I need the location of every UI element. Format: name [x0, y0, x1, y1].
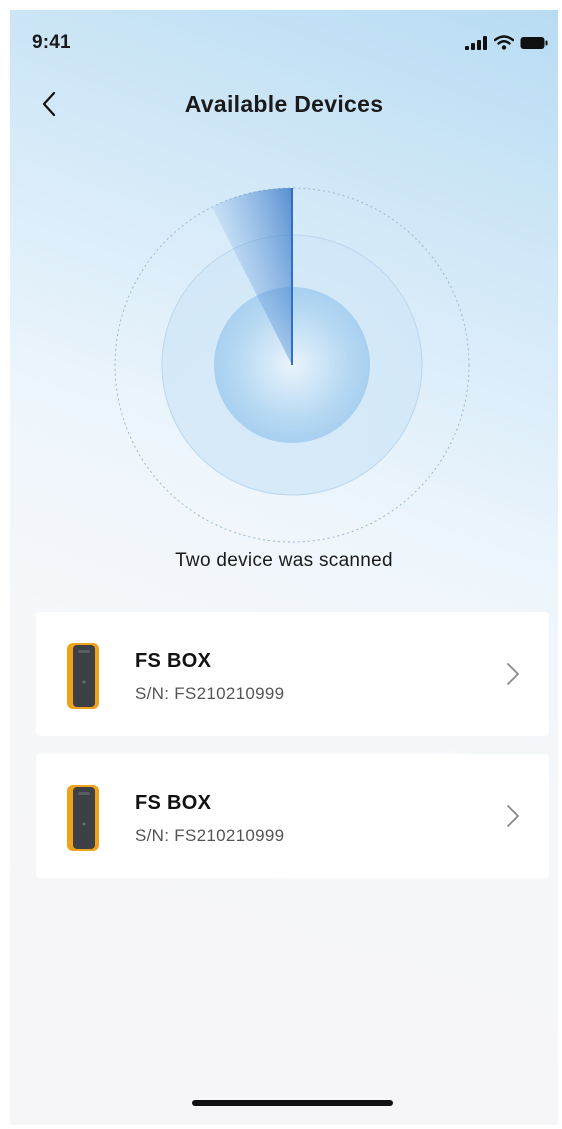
device-list: FS BOX S/N: FS210210999 FS BOX S/N: FS21…	[36, 612, 549, 896]
status-bar: 9:41	[10, 10, 558, 70]
status-time: 9:41	[32, 32, 71, 53]
device-box-icon	[67, 643, 99, 709]
device-serial: S/N: FS210210999	[135, 826, 285, 845]
device-box-icon	[67, 785, 99, 851]
scan-status-text: Two device was scanned	[175, 550, 393, 571]
chevron-right-icon	[507, 805, 519, 827]
nav-bar: Available Devices	[10, 80, 558, 130]
device-name: FS BOX	[135, 792, 212, 814]
screen: 9:41 Available Devices Two device was sc…	[10, 10, 558, 1125]
battery-icon	[520, 36, 548, 49]
radar-scanner	[114, 187, 470, 543]
device-serial: S/N: FS210210999	[135, 684, 285, 703]
device-card[interactable]: FS BOX S/N: FS210210999	[36, 612, 549, 736]
chevron-right-icon	[507, 663, 519, 685]
device-card[interactable]: FS BOX S/N: FS210210999	[36, 754, 549, 878]
signal-icon	[465, 35, 487, 50]
device-name: FS BOX	[135, 650, 212, 672]
page-title: Available Devices	[184, 91, 384, 117]
home-indicator[interactable]	[192, 1100, 393, 1106]
wifi-icon	[494, 35, 514, 50]
status-icons	[464, 35, 548, 50]
